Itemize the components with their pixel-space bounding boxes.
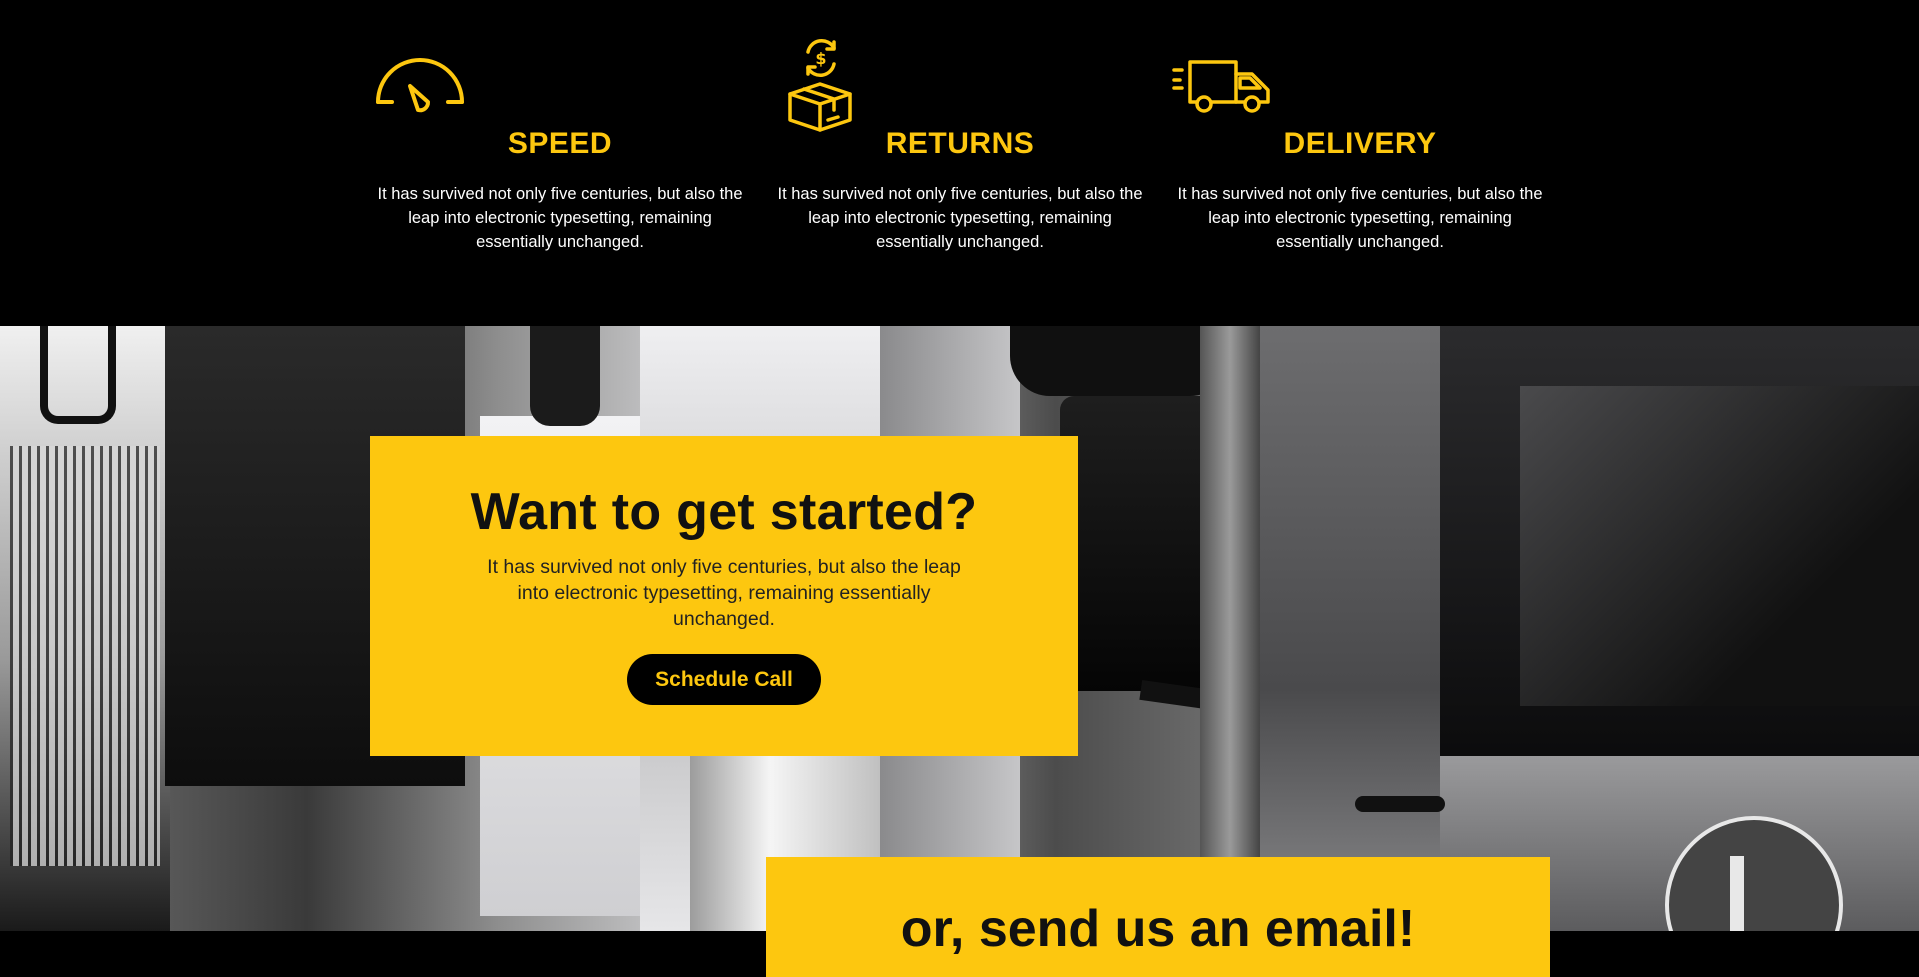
features-section: SPEED It has survived not only five cent… [0, 0, 1919, 326]
feature-title: RETURNS [885, 127, 1035, 160]
feature-title: SPEED [507, 127, 613, 160]
feature-title: DELIVERY [1283, 127, 1437, 160]
cta-description: It has survived not only five centuries,… [487, 556, 961, 630]
cta-heading: Want to get started? [470, 483, 978, 541]
feature-delivery: DELIVERY It has survived not only five c… [1160, 0, 1560, 326]
svg-text:$: $ [815, 49, 826, 68]
feature-description: It has survived not only five centuries,… [777, 185, 1143, 251]
email-card: or, send us an email! [766, 857, 1550, 977]
schedule-call-button[interactable]: Schedule Call [627, 654, 821, 705]
feature-speed: SPEED It has survived not only five cent… [360, 0, 760, 326]
returns-box-icon: $ [786, 38, 856, 139]
feature-description: It has survived not only five centuries,… [377, 185, 743, 251]
cta-card: Want to get started? It has survived not… [370, 436, 1078, 756]
speedometer-icon [374, 52, 466, 121]
email-heading: or, send us an email! [900, 900, 1416, 958]
delivery-truck-icon [1172, 56, 1272, 121]
feature-description: It has survived not only five centuries,… [1177, 185, 1543, 251]
feature-returns: $ RETURNS It has survived not only five … [760, 0, 1160, 326]
